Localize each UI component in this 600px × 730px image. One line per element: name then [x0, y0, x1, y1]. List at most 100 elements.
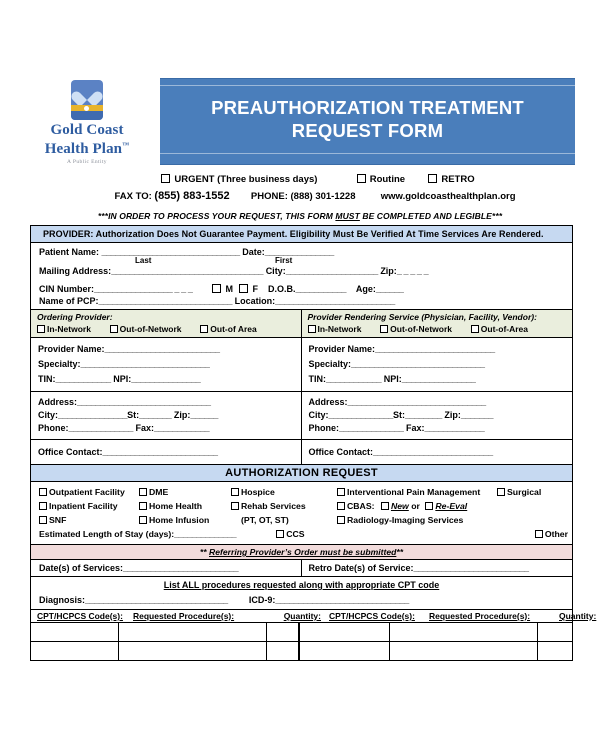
rendering-st-input[interactable]: ________	[405, 410, 442, 420]
ordering-city-label: City:	[38, 410, 58, 420]
outpatient-facility-option[interactable]: Outpatient Facility	[39, 485, 139, 499]
ccs-checkbox[interactable]	[276, 530, 285, 538]
inpatient-facility-checkbox[interactable]	[39, 502, 47, 510]
cell-right-procedure[interactable]	[390, 642, 538, 660]
dme-option[interactable]: DME	[139, 485, 231, 499]
cell-left-procedure[interactable]	[119, 623, 267, 641]
referring-provider-band: ** Referring Provider’s Order must be su…	[31, 544, 572, 560]
other-option[interactable]: Other	[305, 527, 568, 541]
ordering-provider-name-input[interactable]: _________________________	[105, 344, 221, 354]
cell-left-code[interactable]	[31, 642, 119, 660]
routine-checkbox[interactable]	[356, 174, 366, 183]
patient-city-input[interactable]: ____________________	[286, 266, 379, 276]
dme-checkbox[interactable]	[139, 488, 147, 496]
patient-zip-input[interactable]: _ _ _ _ _	[397, 266, 429, 276]
ordering-address-input[interactable]: _____________________________	[77, 397, 211, 407]
cbas-checkbox[interactable]	[337, 502, 345, 510]
sex-female-checkbox[interactable]	[239, 284, 249, 293]
mailing-address-input[interactable]: _________________________________	[111, 266, 263, 276]
ordering-specialty-input[interactable]: ____________________________	[81, 359, 210, 369]
cell-left-code[interactable]	[31, 623, 119, 641]
logo-name-line2: Health Plan	[44, 141, 123, 157]
rendering-phone-input[interactable]: ______________	[339, 423, 404, 433]
cbas-new-checkbox[interactable]	[380, 502, 389, 510]
home-health-checkbox[interactable]	[139, 502, 147, 510]
rendering-tin-input[interactable]: ____________	[326, 374, 382, 384]
sex-male-checkbox[interactable]	[212, 284, 222, 293]
home-infusion-option[interactable]: Home Infusion	[139, 513, 231, 527]
radiology-option[interactable]: Radiology-Imaging Services	[337, 513, 497, 527]
surgical-option[interactable]: Surgical	[497, 485, 568, 499]
home-infusion-checkbox[interactable]	[139, 516, 147, 524]
ordering-out-of-network-checkbox[interactable]	[109, 325, 118, 333]
surgical-checkbox[interactable]	[497, 488, 505, 496]
rehab-services-option[interactable]: Rehab Services	[231, 499, 337, 513]
rendering-provider-name-input[interactable]: __________________________	[375, 344, 495, 354]
retro-dates-input[interactable]: _________________________	[414, 563, 530, 573]
icd9-input[interactable]: _____________________________	[275, 595, 409, 605]
ccs-option[interactable]: CCS	[276, 527, 305, 541]
rendering-city-input[interactable]: ______________	[329, 410, 394, 420]
cell-right-quantity[interactable]	[538, 642, 572, 660]
ordering-office-contact-input[interactable]: _________________________	[103, 447, 219, 457]
urgent-checkbox[interactable]	[161, 174, 171, 183]
ordering-npi-input[interactable]: _______________	[131, 374, 200, 384]
inpatient-facility-option[interactable]: Inpatient Facility	[39, 499, 139, 513]
rendering-in-network-checkbox[interactable]	[307, 325, 316, 333]
rehab-services-checkbox[interactable]	[231, 502, 239, 510]
rendering-specialty-input[interactable]: _____________________________	[351, 359, 485, 369]
dates-of-services-input[interactable]: _________________________	[123, 563, 239, 573]
cell-right-quantity[interactable]	[538, 623, 572, 641]
cell-left-procedure[interactable]	[119, 642, 267, 660]
other-checkbox[interactable]	[534, 530, 543, 538]
sex-male-label: M	[225, 284, 233, 294]
diagnosis-input[interactable]: _______________________________	[85, 595, 228, 605]
rendering-out-of-network-checkbox[interactable]	[380, 325, 389, 333]
rendering-fax-input[interactable]: _____________	[425, 423, 485, 433]
hospice-checkbox[interactable]	[231, 488, 239, 496]
interventional-pain-option[interactable]: Interventional Pain Management	[337, 485, 497, 499]
dob-input[interactable]: ___________	[296, 284, 347, 294]
website-link[interactable]: www.goldcoasthealthplan.org	[381, 191, 516, 202]
cin-input[interactable]: _________________ _ _ _	[94, 284, 193, 294]
outpatient-facility-checkbox[interactable]	[39, 488, 47, 496]
provider-disclaimer-band: PROVIDER: Authorization Does Not Guarant…	[31, 226, 572, 243]
cell-right-code[interactable]	[300, 642, 390, 660]
ordering-tin-label: TIN:	[38, 374, 56, 384]
rendering-zip-input[interactable]: _______	[461, 410, 494, 420]
ordering-zip-input[interactable]: ______	[190, 410, 218, 420]
heart-wave-logo-icon	[71, 80, 103, 120]
ordering-fax-input[interactable]: ____________	[154, 423, 210, 433]
hospice-option[interactable]: Hospice	[231, 485, 337, 499]
length-of-stay-input[interactable]: ______________	[174, 529, 236, 539]
pcp-input[interactable]: _____________________________	[99, 296, 233, 306]
home-health-option[interactable]: Home Health	[139, 499, 231, 513]
pcp-location-input[interactable]: __________________________	[275, 296, 395, 306]
ordering-provider-name-row: Provider Name:_________________________	[38, 342, 297, 357]
rendering-npi-input[interactable]: ________________	[402, 374, 476, 384]
legibility-notice: ***IN ORDER TO PROCESS YOUR REQUEST, THI…	[0, 211, 600, 221]
rendering-office-contact-input[interactable]: __________________________	[373, 447, 493, 457]
ordering-city-input[interactable]: _______________	[58, 410, 127, 420]
cell-left-quantity[interactable]	[267, 623, 300, 641]
radiology-checkbox[interactable]	[337, 516, 345, 524]
cell-left-quantity[interactable]	[267, 642, 300, 660]
age-input[interactable]: ______	[376, 284, 404, 294]
ordering-phone-input[interactable]: ______________	[69, 423, 134, 433]
ordering-tin-input[interactable]: ____________	[56, 374, 112, 384]
ordering-out-of-area-checkbox[interactable]	[200, 325, 209, 333]
rendering-out-of-area-checkbox[interactable]	[470, 325, 479, 333]
cbas-option[interactable]: CBAS: New or Re-Eval	[337, 499, 497, 513]
rendering-provider-network-row: In-Network Out-of-Network Out-of-Area	[301, 323, 572, 338]
retro-checkbox[interactable]	[428, 174, 438, 183]
interventional-pain-checkbox[interactable]	[337, 488, 345, 496]
cell-right-code[interactable]	[300, 623, 390, 641]
ordering-in-network-checkbox[interactable]	[37, 325, 45, 333]
rendering-address-input[interactable]: ______________________________	[348, 397, 487, 407]
cell-right-procedure[interactable]	[390, 623, 538, 641]
cbas-reeval-checkbox[interactable]	[425, 502, 434, 510]
ordering-st-input[interactable]: _______	[139, 410, 172, 420]
snf-checkbox[interactable]	[39, 516, 47, 524]
cpt-procedure-header-left-text: Requested Procedure(s):	[133, 611, 235, 621]
snf-option[interactable]: SNF	[39, 513, 139, 527]
